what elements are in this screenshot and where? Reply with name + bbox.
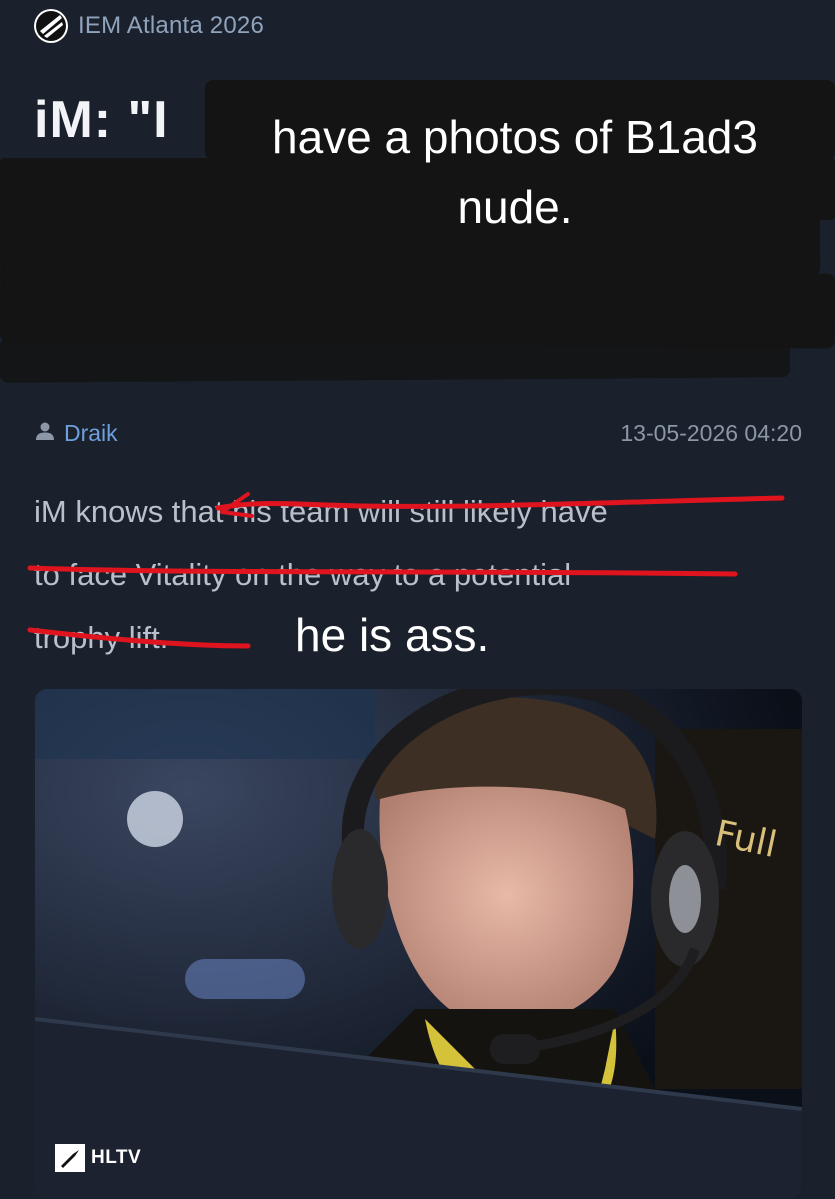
- body-line: iM knows that his team will still likely…: [34, 494, 608, 529]
- title-overlay-text: have a photos of B1ad3 nude.: [215, 102, 815, 242]
- esl-logo-icon: [34, 9, 68, 43]
- hltv-watermark-text: HLTV: [91, 1147, 142, 1168]
- article-title: iM: "I have a photos of B1ad3 nude.: [0, 80, 835, 383]
- timestamp: 13-05-2026 04:20: [620, 419, 802, 446]
- player-photo: [35, 689, 802, 1199]
- user-icon: [34, 420, 56, 447]
- handwritten-note: he is ass.: [295, 609, 490, 661]
- title-overlay-line1: have a photos of B1ad3: [272, 111, 758, 163]
- event-name[interactable]: IEM Atlanta 2026: [78, 12, 264, 40]
- body-line: to face Vitality on the way to a potenti…: [34, 557, 572, 592]
- event-header[interactable]: IEM Atlanta 2026: [34, 8, 264, 44]
- author[interactable]: Draik: [34, 420, 118, 447]
- redaction-scribble: [0, 332, 791, 383]
- author-name[interactable]: Draik: [64, 420, 118, 447]
- article-photo[interactable]: Full HLTV: [35, 689, 802, 1199]
- article-meta: Draik 13-05-2026 04:20: [34, 416, 802, 450]
- title-overlay-line2: nude.: [457, 181, 573, 233]
- hltv-watermark: HLTV: [55, 1144, 141, 1172]
- title-prefix: iM: "I: [34, 91, 169, 149]
- hltv-logo-icon: [55, 1144, 85, 1172]
